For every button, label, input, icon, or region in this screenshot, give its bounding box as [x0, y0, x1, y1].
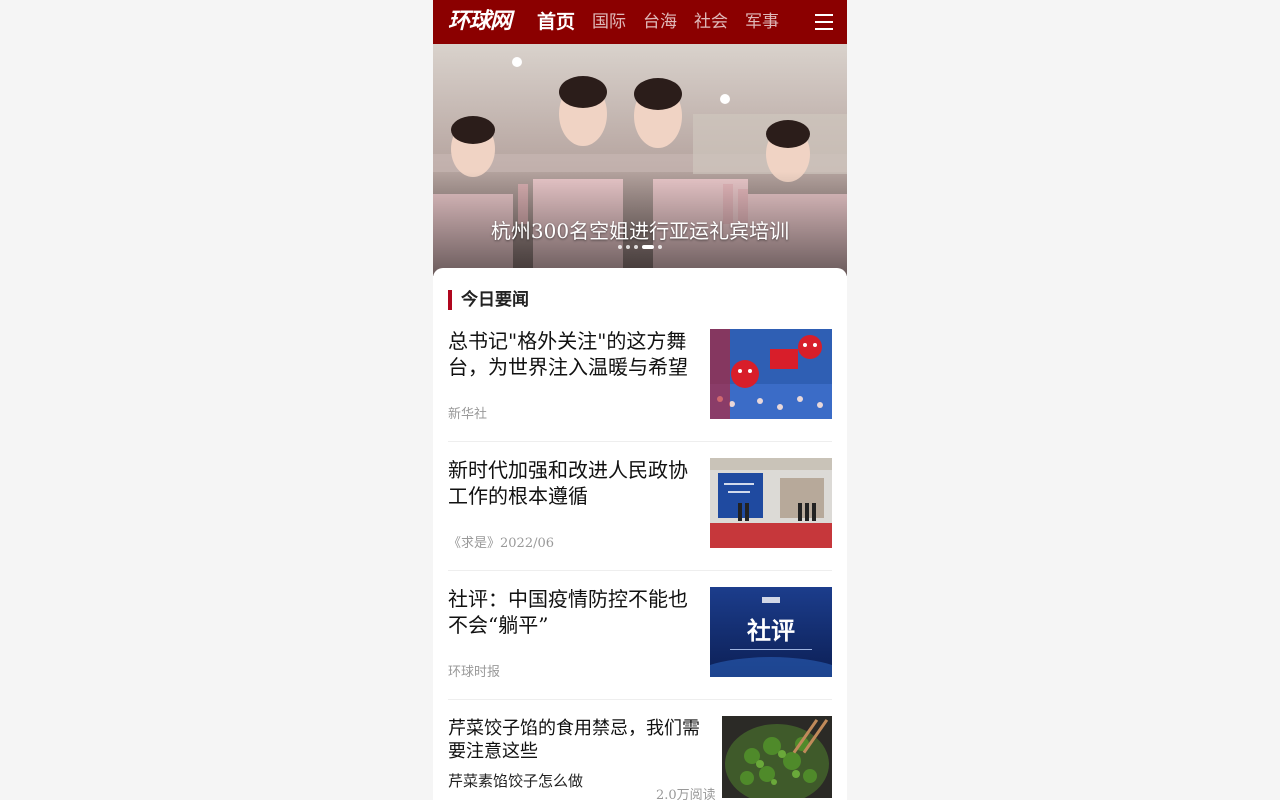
news-subtitle[interactable]: 芹菜素馅饺子怎么做: [448, 770, 583, 791]
news-thumbnail[interactable]: [710, 458, 832, 548]
carousel-dot-active[interactable]: [642, 245, 654, 249]
section-title: 今日要闻: [448, 290, 529, 310]
news-item[interactable]: 社评：中国疫情防控不能也不会“躺平” 环球时报 社评: [448, 586, 832, 686]
divider: [448, 699, 832, 700]
thumbnail-image: [722, 716, 832, 798]
menu-icon[interactable]: [815, 11, 833, 33]
banner-carousel[interactable]: 杭州300名空姐进行亚运礼宾培训: [433, 44, 847, 276]
carousel-dot[interactable]: [626, 245, 630, 249]
news-item[interactable]: 芹菜饺子馅的食用禁忌，我们需要注意这些 芹菜素馅饺子怎么做 2.0万阅读: [448, 716, 832, 800]
news-source: 新华社: [448, 407, 488, 422]
divider: [448, 441, 832, 442]
news-item[interactable]: 总书记"格外关注"的这方舞台，为世界注入温暖与希望 新华社: [448, 328, 832, 428]
channel-nav: 首页 国际 台海 社会 军事: [537, 0, 796, 44]
read-count: 2.0万阅读: [656, 788, 716, 800]
news-thumbnail[interactable]: 社评: [710, 587, 832, 677]
carousel-dot[interactable]: [618, 245, 622, 249]
carousel-dot[interactable]: [634, 245, 638, 249]
carousel-indicators: [433, 245, 847, 249]
news-title[interactable]: 新时代加强和改进人民政协工作的根本遵循: [448, 457, 696, 509]
carousel-dot[interactable]: [658, 245, 662, 249]
nav-item-international[interactable]: 国际: [592, 0, 626, 44]
news-title[interactable]: 社评：中国疫情防控不能也不会“躺平”: [448, 586, 696, 638]
site-logo[interactable]: 环球网: [448, 8, 518, 36]
banner-caption[interactable]: 杭州300名空姐进行亚运礼宾培训: [433, 215, 847, 244]
nav-item-taiwan[interactable]: 台海: [643, 0, 677, 44]
news-title[interactable]: 芹菜饺子馅的食用禁忌，我们需要注意这些: [448, 717, 708, 763]
thumbnail-image: 社评: [710, 587, 832, 677]
thumbnail-editorial-label: 社评: [747, 617, 795, 645]
nav-item-home[interactable]: 首页: [537, 0, 575, 44]
nav-item-society[interactable]: 社会: [694, 0, 728, 44]
news-thumbnail[interactable]: [722, 716, 832, 798]
nav-item-military[interactable]: 军事: [745, 0, 779, 44]
news-source: 《求是》2022/06: [448, 536, 555, 551]
thumbnail-image: [710, 329, 832, 419]
mobile-page: 环球网 首页 国际 台海 社会 军事 杭州300名空姐进行亚运礼宾培训 今日要闻…: [433, 0, 847, 800]
news-title[interactable]: 总书记"格外关注"的这方舞台，为世界注入温暖与希望: [448, 328, 696, 380]
news-thumbnail[interactable]: [710, 329, 832, 419]
news-item[interactable]: 新时代加强和改进人民政协工作的根本遵循 《求是》2022/06: [448, 457, 832, 557]
news-panel: 今日要闻 总书记"格外关注"的这方舞台，为世界注入温暖与希望 新华社 新时代加强…: [433, 268, 847, 800]
thumbnail-image: [710, 458, 832, 548]
news-source: 环球时报: [448, 665, 501, 680]
divider: [448, 570, 832, 571]
top-header: 环球网 首页 国际 台海 社会 军事: [433, 0, 847, 44]
